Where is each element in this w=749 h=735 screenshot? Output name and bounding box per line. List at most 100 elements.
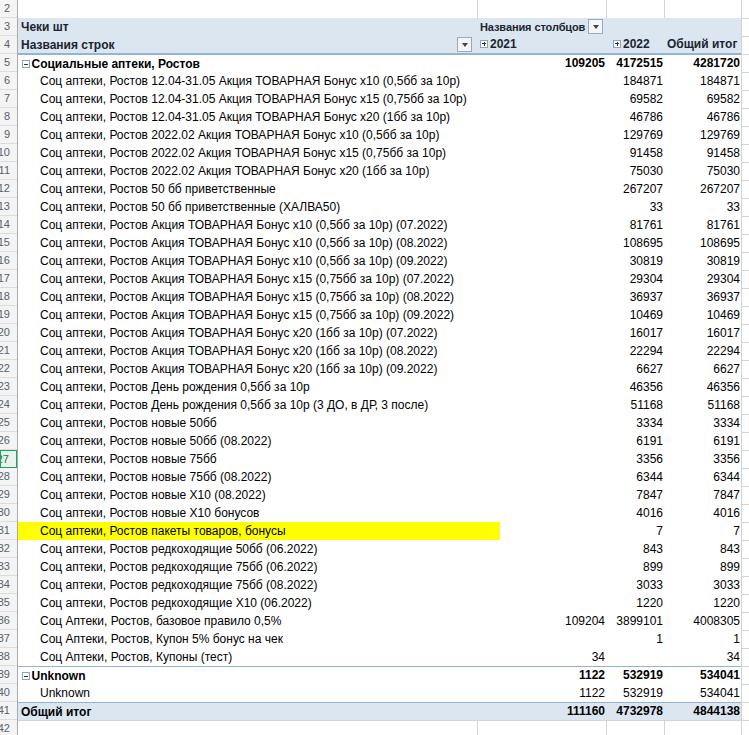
row-header-16[interactable]: 16 (0, 252, 17, 270)
value-total-cell[interactable]: 184871 (665, 72, 742, 90)
value-total-cell[interactable]: 81761 (665, 216, 742, 234)
row-label-cell[interactable]: Соц аптеки, Ростов 2022.02 Акция ТОВАРНА… (18, 144, 500, 162)
value-2021-cell[interactable]: 111160 (478, 703, 607, 721)
value-total-cell[interactable]: 22294 (665, 342, 742, 360)
row-label-cell[interactable]: Соц аптеки, Ростов новые Х10 бонусов (18, 504, 500, 522)
row-header-32[interactable]: 32 (0, 540, 17, 558)
row-label-cell[interactable]: Соц аптеки, Ростов Акция ТОВАРНАЯ Бонус … (18, 342, 500, 360)
row-header-8[interactable]: 8 (0, 108, 17, 126)
value-total-cell[interactable]: 3356 (665, 450, 742, 468)
value-total-cell[interactable]: 4016 (665, 504, 742, 522)
value-2021-cell[interactable] (478, 630, 607, 648)
row-label-cell[interactable]: Соц Аптеки, Ростов, Купоны (тест) (18, 648, 500, 666)
row-label-cell[interactable]: Соц аптеки, Ростов Акция ТОВАРНАЯ Бонус … (18, 360, 500, 378)
value-2021-cell[interactable] (478, 144, 607, 162)
row-label-cell[interactable]: Соц аптеки, Ростов пакеты товаров, бонус… (18, 522, 500, 540)
row-label-cell[interactable]: Соц аптеки, Ростов 2022.02 Акция ТОВАРНА… (18, 126, 500, 144)
value-total-cell[interactable]: 46356 (665, 378, 742, 396)
value-2022-cell[interactable]: 4732978 (607, 703, 665, 721)
value-total-cell[interactable]: 108695 (665, 234, 742, 252)
value-total-cell[interactable]: 10469 (665, 306, 742, 324)
row-header-29[interactable]: 29 (0, 486, 17, 504)
value-2021-cell[interactable] (478, 234, 607, 252)
value-2022-cell[interactable]: 7847 (607, 486, 665, 504)
value-2022-cell[interactable]: 46356 (607, 378, 665, 396)
value-total-cell[interactable]: 75030 (665, 162, 742, 180)
row-label-cell[interactable]: Соц аптеки, Ростов День рождения 0,5бб з… (18, 396, 500, 414)
value-2021-cell[interactable] (478, 594, 607, 612)
value-2021-cell[interactable]: 1122 (478, 684, 607, 702)
value-total-cell[interactable]: 6191 (665, 432, 742, 450)
value-2021-cell[interactable] (478, 306, 607, 324)
row-header-30[interactable]: 30 (0, 504, 17, 522)
value-2022-cell[interactable]: 3334 (607, 414, 665, 432)
row-header-4[interactable]: 4 (0, 36, 17, 54)
row-label-cell[interactable]: Соц аптеки, Ростов 50 бб приветственные … (18, 198, 500, 216)
value-total-cell[interactable]: 1220 (665, 594, 742, 612)
value-2022-cell[interactable]: 4172515 (607, 55, 665, 73)
row-header-35[interactable]: 35 (0, 594, 17, 612)
column-header-2022[interactable]: 2022 (613, 36, 650, 53)
row-label-cell[interactable]: Соц аптеки, Ростов Акция ТОВАРНАЯ Бонус … (18, 324, 500, 342)
value-2021-cell[interactable] (478, 162, 607, 180)
value-2022-cell[interactable]: 51168 (607, 396, 665, 414)
row-header-22[interactable]: 22 (0, 360, 17, 378)
value-2022-cell[interactable]: 7 (607, 522, 665, 540)
row-label-cell[interactable]: Соц аптеки, Ростов 12.04-31.05 Акция ТОВ… (18, 108, 500, 126)
row-header-40[interactable]: 40 (0, 684, 17, 702)
value-total-cell[interactable]: 46786 (665, 108, 742, 126)
row-label-cell[interactable]: Соц аптеки, Ростов Акция ТОВАРНАЯ Бонус … (18, 306, 500, 324)
row-header-39[interactable]: 39 (0, 666, 17, 684)
collapse-icon[interactable] (22, 672, 30, 680)
value-2021-cell[interactable] (478, 414, 607, 432)
row-label-cell[interactable]: Соц аптеки, Ростов 2022.02 Акция ТОВАРНА… (18, 162, 500, 180)
value-2022-cell[interactable]: 129769 (607, 126, 665, 144)
value-2022-cell[interactable]: 3899101 (607, 612, 665, 630)
row-header-7[interactable]: 7 (0, 90, 17, 108)
row-header-18[interactable]: 18 (0, 288, 17, 306)
row-header-31[interactable]: 31 (0, 522, 17, 540)
row-label-cell[interactable]: Соц аптеки, Ростов Акция ТОВАРНАЯ Бонус … (18, 234, 500, 252)
value-2022-cell[interactable] (607, 648, 665, 666)
value-2022-cell[interactable]: 1220 (607, 594, 665, 612)
value-2021-cell[interactable] (478, 216, 607, 234)
row-header-2[interactable]: 2 (0, 0, 17, 18)
row-header-19[interactable]: 19 (0, 306, 17, 324)
value-2021-cell[interactable] (478, 378, 607, 396)
value-2021-cell[interactable] (478, 576, 607, 594)
row-label-cell[interactable]: Соц аптеки, Ростов новые Х10 (08.2022) (18, 486, 500, 504)
row-label-cell[interactable]: Соц аптеки, Ростов 12.04-31.05 Акция ТОВ… (18, 72, 500, 90)
row-label-cell[interactable]: Соц аптеки, Ростов 12.04-31.05 Акция ТОВ… (18, 90, 500, 108)
row-header-11[interactable]: 11 (0, 162, 17, 180)
value-2021-cell[interactable]: 1122 (478, 667, 607, 685)
row-header-25[interactable]: 25 (0, 414, 17, 432)
value-2021-cell[interactable] (478, 90, 607, 108)
expand-icon[interactable] (613, 40, 621, 48)
value-2022-cell[interactable]: 16017 (607, 324, 665, 342)
value-2022-cell[interactable]: 899 (607, 558, 665, 576)
value-total-cell[interactable]: 16017 (665, 324, 742, 342)
value-2022-cell[interactable]: 108695 (607, 234, 665, 252)
value-total-cell[interactable]: 3334 (665, 414, 742, 432)
row-header-17[interactable]: 17 (0, 270, 17, 288)
row-header-34[interactable]: 34 (0, 576, 17, 594)
value-2022-cell[interactable]: 3033 (607, 576, 665, 594)
row-label-cell[interactable]: Unknown (18, 684, 500, 702)
value-total-cell[interactable]: 33 (665, 198, 742, 216)
row-label-cell[interactable]: Соц аптеки, Ростов Акция ТОВАРНАЯ Бонус … (18, 288, 500, 306)
column-header-2021[interactable]: 2021 (480, 36, 517, 53)
value-2022-cell[interactable]: 6627 (607, 360, 665, 378)
value-total-cell[interactable]: 36937 (665, 288, 742, 306)
row-header-9[interactable]: 9 (0, 126, 17, 144)
row-header-27[interactable]: 27 (0, 450, 17, 468)
value-total-cell[interactable]: 1 (665, 630, 742, 648)
value-total-cell[interactable]: 4844138 (665, 703, 742, 721)
row-label-cell[interactable]: Соц аптеки, Ростов редкоходящие 75бб (06… (18, 558, 500, 576)
value-2021-cell[interactable] (478, 504, 607, 522)
row-header-21[interactable]: 21 (0, 342, 17, 360)
row-label-cell[interactable]: Соц аптеки, Ростов Акция ТОВАРНАЯ Бонус … (18, 252, 500, 270)
value-2021-cell[interactable] (478, 252, 607, 270)
row-label-cell[interactable]: Социальные аптеки, Ростов (18, 55, 482, 73)
row-header-37[interactable]: 37 (0, 630, 17, 648)
row-label-cell[interactable]: Соц аптеки, Ростов новые 50бб (18, 414, 500, 432)
